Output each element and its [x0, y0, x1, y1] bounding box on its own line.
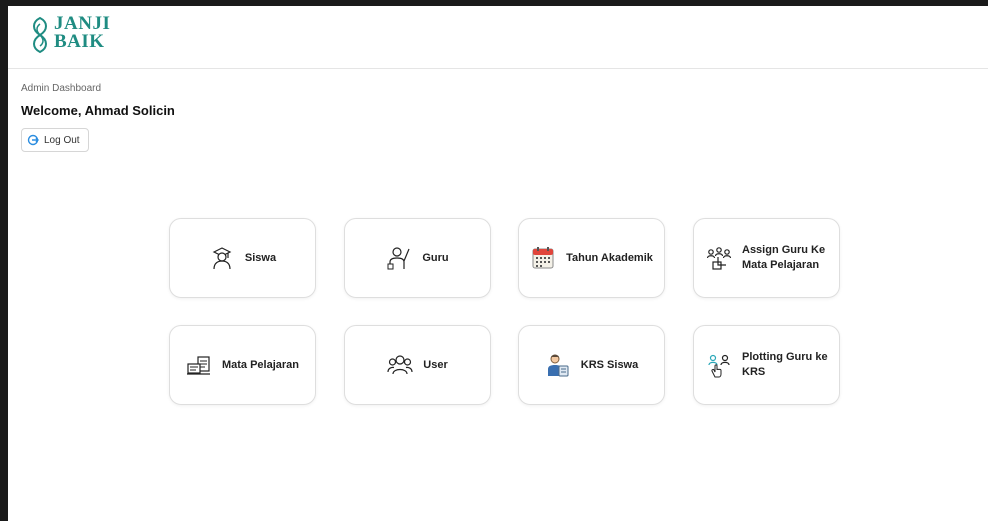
logout-label: Log Out — [44, 134, 80, 146]
app-window: JANJI BAIK Admin Dashboard Welcome, Ahma… — [8, 6, 988, 521]
menu-card-mata-pelajaran[interactable]: Mata Pelajaran — [169, 325, 316, 405]
menu-card-assign-guru[interactable]: Assign Guru Ke Mata Pelajaran — [693, 218, 840, 298]
users-icon — [387, 352, 413, 378]
calendar-icon — [530, 245, 556, 271]
brand-name-line2: BAIK — [54, 31, 105, 52]
student-icon — [209, 245, 235, 271]
top-header: JANJI BAIK — [8, 6, 988, 69]
menu-card-guru[interactable]: Guru — [344, 218, 491, 298]
logout-button[interactable]: Log Out — [21, 128, 89, 152]
menu-card-siswa[interactable]: Siswa — [169, 218, 316, 298]
menu-card-label: Assign Guru Ke Mata Pelajaran — [742, 244, 826, 271]
teacher-icon — [386, 245, 412, 271]
menu-card-label: Mata Pelajaran — [221, 358, 300, 371]
menu-card-krs-siswa[interactable]: KRS Siswa — [518, 325, 665, 405]
menu-card-user[interactable]: User — [344, 325, 491, 405]
menu-card-label: User — [423, 358, 448, 371]
page-label: Admin Dashboard — [21, 83, 102, 94]
brand-name: JANJI BAIK — [54, 14, 138, 52]
brand-logo[interactable]: JANJI BAIK — [28, 12, 138, 62]
welcome-heading: Welcome, Ahmad Solicin — [21, 103, 175, 118]
menu-card-tahun-akademik[interactable]: Tahun Akademik — [518, 218, 665, 298]
plotting-icon — [706, 352, 732, 378]
logo-mark-icon — [33, 16, 47, 54]
menu-card-plotting-guru[interactable]: Plotting Guru ke KRS — [693, 325, 840, 405]
menu-card-label: KRS Siswa — [580, 358, 639, 371]
menu-card-label: Tahun Akademik — [566, 251, 653, 264]
menu-card-label: Siswa — [244, 251, 277, 264]
assign-teacher-icon — [706, 245, 732, 271]
krs-student-icon — [545, 352, 571, 378]
subject-icon — [186, 352, 212, 378]
logout-icon — [27, 134, 39, 146]
menu-card-label: Plotting Guru ke KRS — [742, 351, 828, 378]
menu-card-label: Guru — [422, 251, 449, 264]
